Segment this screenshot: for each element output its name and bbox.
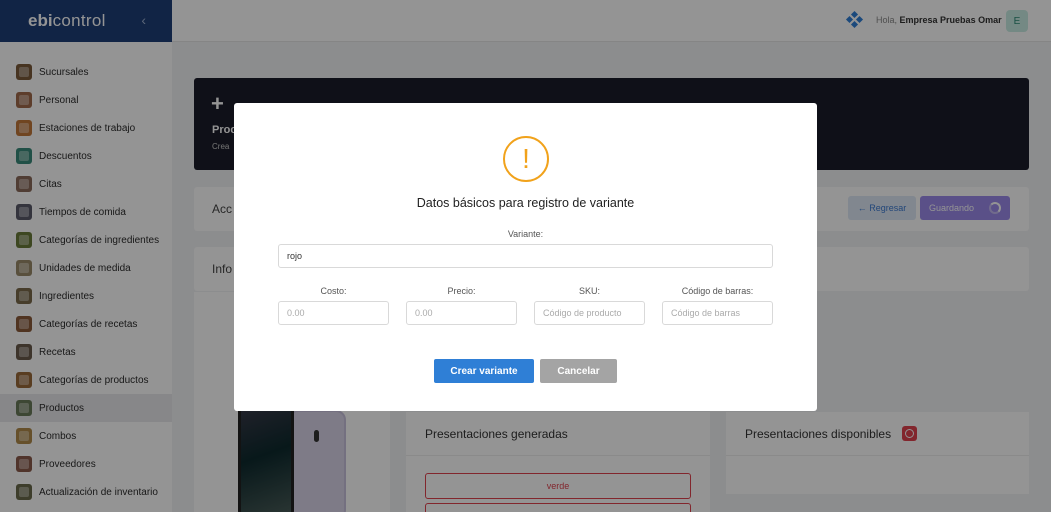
warning-icon: ! [503, 136, 549, 182]
barcode-input[interactable] [662, 301, 773, 325]
price-input[interactable] [406, 301, 517, 325]
barcode-label: Código de barras: [681, 286, 754, 296]
variant-modal: ! Datos básicos para registro de variant… [234, 103, 817, 411]
modal-title: Datos básicos para registro de variante [416, 196, 635, 210]
cost-label: Costo: [320, 286, 347, 296]
sku-label: SKU: [578, 286, 600, 296]
cost-input[interactable] [278, 301, 389, 325]
cancel-button[interactable]: Cancelar [540, 359, 617, 383]
create-variant-button[interactable]: Crear variante [434, 359, 534, 383]
variant-label: Variante: [507, 229, 544, 239]
price-label: Precio: [447, 286, 476, 296]
sku-input[interactable] [534, 301, 645, 325]
variant-input[interactable] [278, 244, 773, 268]
